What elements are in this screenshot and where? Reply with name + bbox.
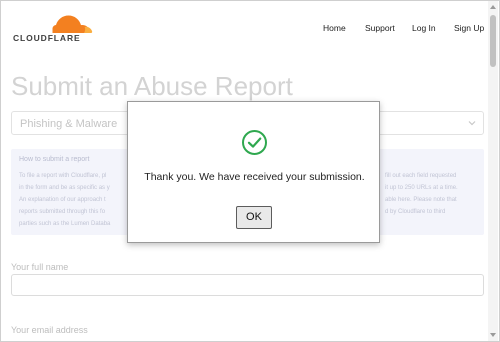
nav-link-home[interactable]: Home: [323, 23, 346, 33]
instructions-text-line: in the form and be as specific as y: [19, 185, 110, 191]
instructions-text-line: reports submitted through this fo: [19, 209, 106, 215]
nav-link-support[interactable]: Support: [365, 23, 395, 33]
scroll-up-arrow-icon[interactable]: [490, 5, 496, 9]
nav-link-signup[interactable]: Sign Up: [454, 23, 484, 33]
full-name-input[interactable]: [11, 274, 484, 296]
confirmation-message: Thank you. We have received your submiss…: [144, 171, 365, 183]
scroll-down-arrow-icon[interactable]: [490, 333, 496, 337]
report-type-selected-value: Phishing & Malware: [20, 118, 118, 130]
instructions-text-line: An explanation of our approach t: [19, 197, 106, 203]
instructions-text-line: parties such as the Lumen Databa: [19, 221, 111, 227]
checkmark-circle-icon: [242, 130, 267, 155]
instructions-text-line: d by Cloudflare to third: [385, 209, 446, 215]
email-label: Your email address: [11, 325, 88, 335]
browser-viewport: CLOUDFLARE Home Support Log In Sign Up S…: [0, 0, 500, 342]
instructions-text-line: able here. Please note that: [385, 197, 457, 203]
submission-confirmation-dialog: Thank you. We have received your submiss…: [127, 101, 380, 243]
instructions-heading: How to submit a report: [19, 156, 90, 163]
cloudflare-logo[interactable]: CLOUDFLARE: [13, 13, 93, 43]
instructions-text-line: To file a report with Cloudflare, pl: [19, 173, 107, 179]
page-scrollbar[interactable]: [488, 1, 498, 341]
cloud-logo-icon: [52, 15, 93, 33]
nav-link-login[interactable]: Log In: [412, 23, 436, 33]
scrollbar-thumb[interactable]: [490, 15, 496, 67]
instructions-text-line: fill out each field requested: [385, 173, 457, 179]
full-name-label: Your full name: [11, 262, 69, 272]
chevron-down-icon: [468, 121, 476, 126]
logo-wordmark: CLOUDFLARE: [13, 33, 81, 43]
site-header: CLOUDFLARE Home Support Log In Sign Up: [1, 1, 489, 63]
page-title: Submit an Abuse Report: [11, 71, 293, 101]
ok-button[interactable]: OK: [236, 206, 272, 229]
instructions-text-line: it up to 250 URLs at a time.: [385, 185, 458, 191]
